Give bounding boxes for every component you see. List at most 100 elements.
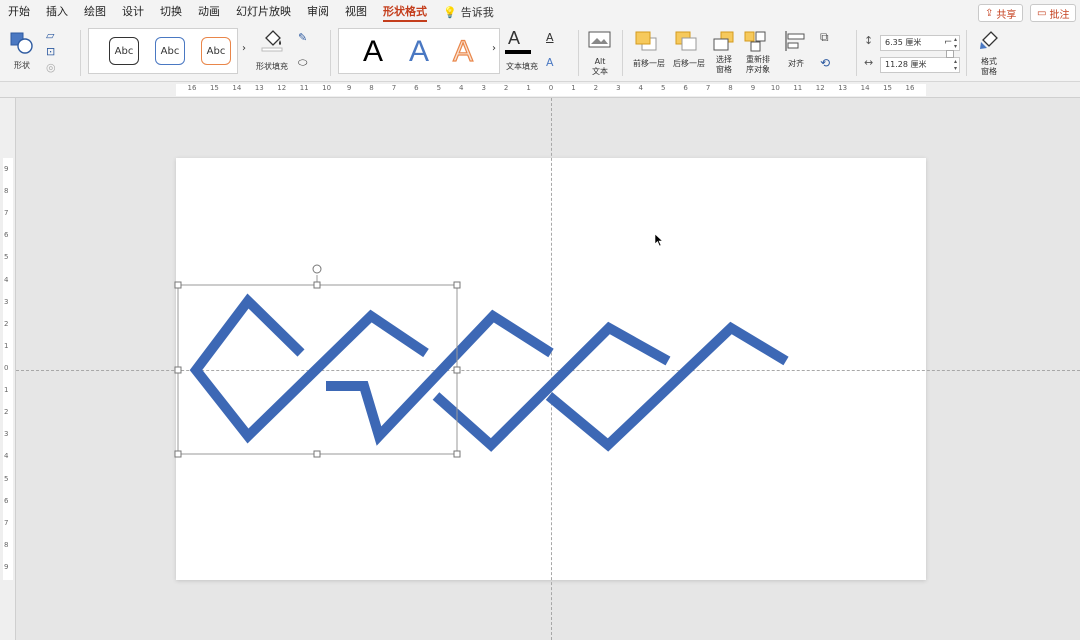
ruler-tick-label: 1 [4,386,9,395]
ruler-tick-label: 10 [322,84,332,92]
shape-style-1[interactable]: Abc [109,37,139,65]
ruler-tick-label: 0 [548,84,554,92]
ruler-tick-label: 6 [414,84,419,92]
wordart-style-2[interactable]: A [409,35,429,69]
ruler-tick-label: 4 [4,275,9,284]
ruler-tick-label: 9 [4,563,9,571]
resize-handle[interactable] [453,366,461,374]
format-pane-button[interactable]: 格式 窗格 [974,28,1004,76]
text-fill-label: 文本填充 [506,62,538,71]
shape-label: 形状 [14,61,30,70]
reorder-objects-button[interactable]: 重新排 序对象 [740,28,776,76]
ruler-tick-label: 2 [4,408,9,417]
tab-7[interactable]: 审阅 [299,0,337,24]
gallery-more-icon[interactable]: › [242,44,246,54]
ruler-tick-label: 1 [526,84,531,92]
text-effects-icon[interactable]: A [546,56,554,69]
width-stepper-icon[interactable]: ▴ ▾ [954,58,957,72]
selection-pane-label: 选择 窗格 [716,55,732,74]
tell-me-search[interactable]: 💡 告诉我 [435,4,502,20]
share-icon: ⇪ [985,7,994,19]
tab-2[interactable]: 绘图 [76,0,114,24]
ruler-tick-label: 12 [815,84,825,92]
ruler-tick-label: 6 [683,84,688,92]
ruler-tick-label: 4 [638,84,643,92]
tab-8[interactable]: 视图 [337,0,375,24]
shape-style-2[interactable]: Abc [155,37,185,65]
resize-handle[interactable] [313,281,321,289]
tab-0[interactable]: 开始 [0,0,38,24]
send-backward-button[interactable]: 后移一层 [670,28,708,76]
share-button[interactable]: ⇪ 共享 [978,4,1024,22]
wordart-more-icon[interactable]: › [492,44,496,54]
shape-button[interactable]: 形状 [6,28,40,76]
ruler-tick-label: 15 [209,84,219,92]
bring-forward-button[interactable]: 前移一层 [630,28,668,76]
width-icon: ↔ [864,56,874,69]
resize-handle[interactable] [174,450,182,458]
slide-canvas[interactable] [16,98,1080,640]
ruler-tick-label: 9 [750,84,756,92]
tab-6[interactable]: 幻灯片放映 [228,0,299,24]
wordart-style-3[interactable]: A [452,34,473,69]
ruler-tick-label: 11 [299,84,309,92]
shape-fill-label: 形状填充 [256,62,288,71]
alt-text-label: Alt 文本 [592,57,608,76]
textbox-icon[interactable]: ⊡ [46,45,66,59]
ribbon-separator [330,30,331,76]
tab-1[interactable]: 插入 [38,0,76,24]
reorder-objects-icon [744,31,766,52]
alt-text-button[interactable]: Alt 文本 [586,28,614,76]
ruler-tick-label: 7 [4,209,9,218]
comment-button[interactable]: ▭ 批注 [1030,4,1077,22]
ruler-tick-label: 6 [4,231,9,240]
resize-handle[interactable] [174,366,182,374]
tab-4[interactable]: 切换 [152,0,190,24]
shape-effects-icon[interactable]: ⬭ [298,56,307,70]
format-pane-label: 格式 窗格 [981,57,997,76]
resize-handle[interactable] [313,450,321,458]
ruler-tick-label: 9 [346,84,352,92]
tab-3[interactable]: 设计 [114,0,152,24]
ruler-tick-label: 11 [793,84,803,92]
ribbon-separator [856,30,857,76]
shape-outline-icon[interactable]: ✎ [298,31,307,44]
ruler-tick-label: 8 [4,540,9,549]
text-outline-icon[interactable]: A [546,31,554,44]
wordart-style-1[interactable]: A [363,35,383,69]
shape-fill-button[interactable]: 形状填充 [254,28,290,76]
ribbon-separator [578,30,579,76]
rotate-icon[interactable]: ⟲ [820,56,830,70]
wordart-gallery: A A A [338,28,500,74]
ruler-tick-label: 1 [571,84,576,92]
resize-handle[interactable] [174,281,182,289]
size-dialog-icon[interactable]: ⌐ [944,37,952,48]
tab-5[interactable]: 动画 [190,0,228,24]
ruler-tick-label: 9 [4,165,9,173]
shape-style-3[interactable]: Abc [201,37,231,65]
ruler-tick-label: 3 [4,430,9,439]
edit-shape-icon[interactable]: ▱ [46,29,66,43]
text-fill-button[interactable]: A 文本填充 [502,28,542,76]
ribbon-separator [80,30,81,76]
resize-handle[interactable] [453,281,461,289]
tab-9[interactable]: 形状格式 [375,0,435,24]
rotate-handle-icon[interactable] [312,264,322,274]
ruler-tick-label: 12 [277,84,287,92]
group-icon[interactable]: ⧉ [820,30,829,45]
selection-pane-button[interactable]: 选择 窗格 [710,28,738,76]
resize-handle[interactable] [453,450,461,458]
ruler-tick-label: 4 [4,452,9,461]
ruler-tick-label: 15 [883,84,893,92]
lock-aspect-checkbox[interactable] [946,50,954,58]
merge-shapes-icon[interactable]: ◎ [46,61,66,75]
ruler-tick-label: 16 [905,84,915,92]
height-stepper-icon[interactable]: ▴ ▾ [954,36,957,50]
height-icon: ↕ [864,34,874,47]
width-input[interactable]: 11.28 厘米 ▴ ▾ [880,57,960,73]
ruler-tick-label: 6 [4,496,9,505]
ruler-tick-label: 3 [481,84,486,92]
paint-bucket-icon [261,30,283,52]
align-button[interactable]: 对齐 [780,28,812,76]
ruler-tick-label: 8 [369,84,374,92]
